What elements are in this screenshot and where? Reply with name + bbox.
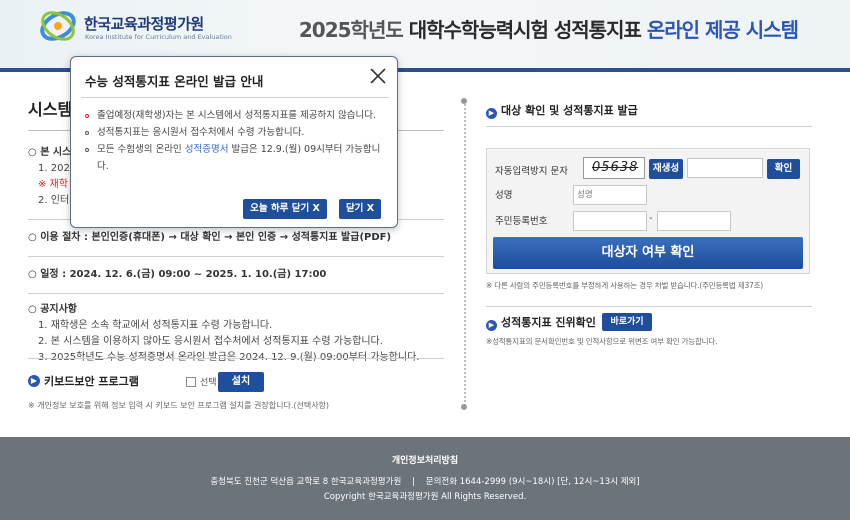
captcha-confirm-button[interactable]: 확인 [767,159,800,179]
rrn-back-input[interactable] [657,211,731,231]
page-title: 2025학년도 대학수학능력시험 성적통지표 온라인 제공 시스템 [298,14,799,43]
schedule-value: 2024. 12. 6.(금) 09:00 ~ 2025. 1. 10.(금) … [69,269,327,280]
verification-title: 대상 확인 및 성적통지표 발급 [501,104,638,117]
keyboard-security-note: ※ 개인정보 보호를 위해 정보 입력 시 키보드 보안 프로그램 설치를 권장… [28,401,330,410]
keyboard-security-label: 키보드보안 프로그램 [44,375,139,388]
authenticity-note: ※성적통지표의 문서확인번호 및 인적사항으로 위변조 여부 확인 가능합니다. [486,337,718,346]
close-icon[interactable] [369,67,387,85]
bullet-icon [85,131,89,135]
check-eligibility-button[interactable]: 대상자 여부 확인 [493,237,803,269]
logo-subtitle: Korea Institute for Curriculum and Evalu… [85,33,232,41]
title-main: 대학수학능력시험 성적통지표 [408,18,647,42]
title-year: 2025학년도 [298,18,409,42]
arrow-bullet-icon: ▶ [486,320,497,331]
footer-address: 충청북도 진천군 덕산읍 교학로 8 한국교육과정평가원 | 문의전화 1644… [210,477,640,487]
kice-logo[interactable]: 한국교육과정평가원 Korea Institute for Curriculum… [38,6,238,46]
name-label: 성명 [495,190,513,201]
authenticity-title: 성적통지표 진위확인 [501,316,596,329]
captcha-label: 자동입력방지 문자 [495,166,568,177]
rrn-front-input[interactable] [573,211,647,231]
keyboard-security-row: ▶ 키보드보안 프로그램 선택 설치 [28,372,444,394]
arrow-bullet-icon: ▶ [28,375,40,387]
modal-notice-item: 성적통지표는 응시원서 접수처에서 수령 가능합니다. [85,124,385,141]
notice-text-pre: 모든 수험생의 온라인 [97,144,185,155]
captcha-refresh-button[interactable]: 재생성 [649,159,683,179]
notice-modal: 수능 성적통지표 온라인 발급 안내 졸업예정(재학생)자는 본 시스템에서 성… [70,56,398,228]
name-input[interactable]: 성명 [573,185,647,205]
privacy-policy-link[interactable]: 개인정보처리방침 [0,453,850,466]
modal-notice-list: 졸업예정(재학생)자는 본 시스템에서 성적통지표를 제공하지 않습니다. 성적… [85,107,385,175]
logo-title: 한국교육과정평가원 [84,15,204,33]
verification-form: 자동입력방지 문자 05638 재생성 확인 성명 성명 주민등록번호 - 대상… [486,148,810,274]
divider [28,358,444,359]
rrn-warning-note: ※ 다른 사람의 주민등록번호를 부정하게 사용하는 경우 처벌 받습니다.(주… [486,281,764,290]
notice-item: 2. 본 시스템을 이용하지 않아도 응시원서 접수처에서 성적통지표 수령 가… [38,336,383,347]
vertical-divider [464,100,466,406]
divider [28,256,444,257]
authenticity-title-row: ▶ 성적통지표 진위확인 [486,314,596,331]
checkbox-label: 선택 [200,378,217,388]
modal-title: 수능 성적통지표 온라인 발급 안내 [85,74,264,89]
verification-title-row: ▶ 대상 확인 및 성적통지표 발급 [486,102,638,119]
close-button[interactable]: 닫기 X [339,199,381,219]
captcha-input[interactable] [687,158,763,178]
schedule-label: ○ 일정 : [28,269,70,280]
divider-dot [461,404,467,410]
notice-item: 1. 재학생은 소속 학교에서 성적통지표 수령 가능합니다. [38,320,273,331]
install-button[interactable]: 설치 [218,372,264,392]
site-footer: 개인정보처리방침 충청북도 진천군 덕산읍 교학로 8 한국교육과정평가원 | … [0,437,850,520]
notices: ○ 공지사항 1. 재학생은 소속 학교에서 성적통지표 수령 가능합니다. 2… [28,302,444,366]
title-accent: 온라인 제공 시스템 [646,18,799,42]
authenticity-shortcut-button[interactable]: 바로가기 [602,313,652,331]
divider [28,293,444,294]
divider [81,97,389,98]
captcha-image: 05638 [583,157,645,179]
divider-dot [461,98,467,104]
usage-procedure: ○ 이용 절차 : 본인인증(휴대폰) → 대상 확인 → 본인 인증 → 성적… [28,230,444,246]
kice-logo-icon [40,11,76,41]
procedure-text: ○ 이용 절차 : 본인인증(휴대폰) → 대상 확인 → 본인 인증 → 성적… [28,232,392,243]
modal-notice-item: 모든 수험생의 온라인 성적증명서 발급은 12.9.(월) 09시부터 가능합… [85,141,385,175]
bullet-icon [85,148,89,152]
notice-text: 성적통지표는 응시원서 접수처에서 수령 가능합니다. [97,127,305,138]
divider [486,126,812,127]
modal-notice-item: 졸업예정(재학생)자는 본 시스템에서 성적통지표를 제공하지 않습니다. [85,107,385,124]
bullet-icon [85,114,89,118]
divider [486,306,812,307]
rrn-dash: - [649,213,653,224]
arrow-bullet-icon: ▶ [486,108,497,119]
schedule: ○ 일정 : 2024. 12. 6.(금) 09:00 ~ 2025. 1. … [28,267,444,283]
keyboard-security-checkbox[interactable] [186,377,196,387]
certificate-link[interactable]: 성적증명서 [185,144,229,155]
notices-heading: ○ 공지사항 [28,304,78,315]
rrn-label: 주민등록번호 [495,216,548,227]
close-today-button[interactable]: 오늘 하루 닫기 X [243,199,327,219]
footer-copyright: Copyright 한국교육과정평가원 All Rights Reserved. [323,492,527,502]
notice-text: 졸업예정(재학생)자는 본 시스템에서 성적통지표를 제공하지 않습니다. [97,110,376,121]
